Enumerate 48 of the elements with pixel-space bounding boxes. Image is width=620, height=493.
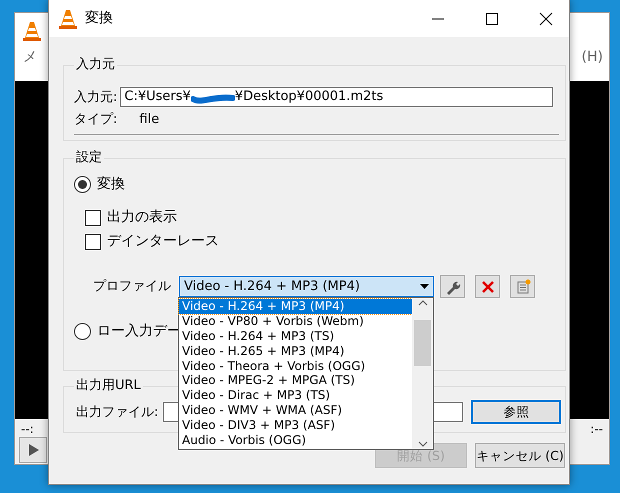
- field-label: 出力ファイル:: [76, 404, 158, 420]
- dropdown-option[interactable]: Video - H.265 + MP3 (MP4): [179, 344, 412, 359]
- cancel-button[interactable]: キャンセル (C): [475, 443, 565, 468]
- profile-dropdown[interactable]: Video - H.264 + MP3 (MP4): [179, 276, 434, 297]
- window-title: 変換: [85, 10, 113, 27]
- caret-icon: [420, 284, 429, 289]
- radio-button[interactable]: [74, 176, 91, 193]
- close-icon: [480, 278, 496, 294]
- dropdown-option[interactable]: Video - H.264 + MP3 (MP4): [179, 299, 412, 314]
- close-icon[interactable]: [538, 10, 554, 26]
- list-icon: [514, 278, 530, 294]
- field-label: 入力元:: [74, 88, 118, 106]
- dropdown-option[interactable]: Video - VP80 + Vorbis (Webm): [179, 314, 412, 329]
- dropdown-option[interactable]: Video - H.264 + MP3 (TS): [179, 328, 412, 344]
- edit-profile-button[interactable]: [440, 275, 465, 298]
- time-label: :--: [590, 421, 603, 438]
- scroll-down-icon[interactable]: [418, 441, 428, 447]
- scroll-up-icon[interactable]: [418, 300, 428, 306]
- checkbox-label: デインターレース: [107, 233, 219, 250]
- dropdown-option[interactable]: Video - Dirac + MP3 (TS): [179, 388, 412, 404]
- delete-profile-button[interactable]: [475, 275, 500, 298]
- field-label: タイプ:: [74, 111, 118, 128]
- field-text: ¥Desktop¥00001.m2ts: [234, 89, 384, 104]
- cone-icon: [59, 8, 77, 28]
- checkbox-label: 出力の表示: [107, 209, 177, 226]
- field-value: file: [139, 111, 160, 128]
- field-label: プロファイル: [93, 278, 172, 295]
- scrollbar[interactable]: [412, 298, 433, 449]
- dropdown-option[interactable]: Video - DIV3 + MP3 (ASF): [179, 418, 412, 434]
- dropdown-option[interactable]: Video - Theora + Vorbis (OGG): [179, 358, 412, 374]
- dropdown-value: Video - H.264 + MP3 (MP4): [184, 278, 360, 295]
- maximize-icon[interactable]: [484, 10, 500, 26]
- play-button[interactable]: [19, 437, 47, 463]
- checkbox[interactable]: [85, 210, 101, 226]
- checkbox[interactable]: [85, 234, 101, 250]
- field-text: C:¥Users¥: [124, 89, 191, 104]
- dropdown-option[interactable]: Video - WMV + WMA (ASF): [179, 403, 412, 418]
- new-profile-button[interactable]: [510, 275, 535, 298]
- radio-label: 変換: [97, 176, 125, 193]
- input-field[interactable]: C:¥Users¥ ¥Desktop¥00001.m2ts: [120, 87, 553, 107]
- menu-item[interactable]: メ: [23, 48, 37, 66]
- time-label: --:: [21, 421, 34, 438]
- radio-button[interactable]: [74, 323, 91, 340]
- play-icon: [29, 444, 39, 456]
- dropdown-option[interactable]: Video - MPEG-2 + MPGA (TS): [179, 373, 412, 388]
- menu-item[interactable]: (H): [582, 48, 603, 66]
- scrollbar-thumb[interactable]: [414, 320, 431, 366]
- browse-button[interactable]: 参照: [471, 400, 562, 424]
